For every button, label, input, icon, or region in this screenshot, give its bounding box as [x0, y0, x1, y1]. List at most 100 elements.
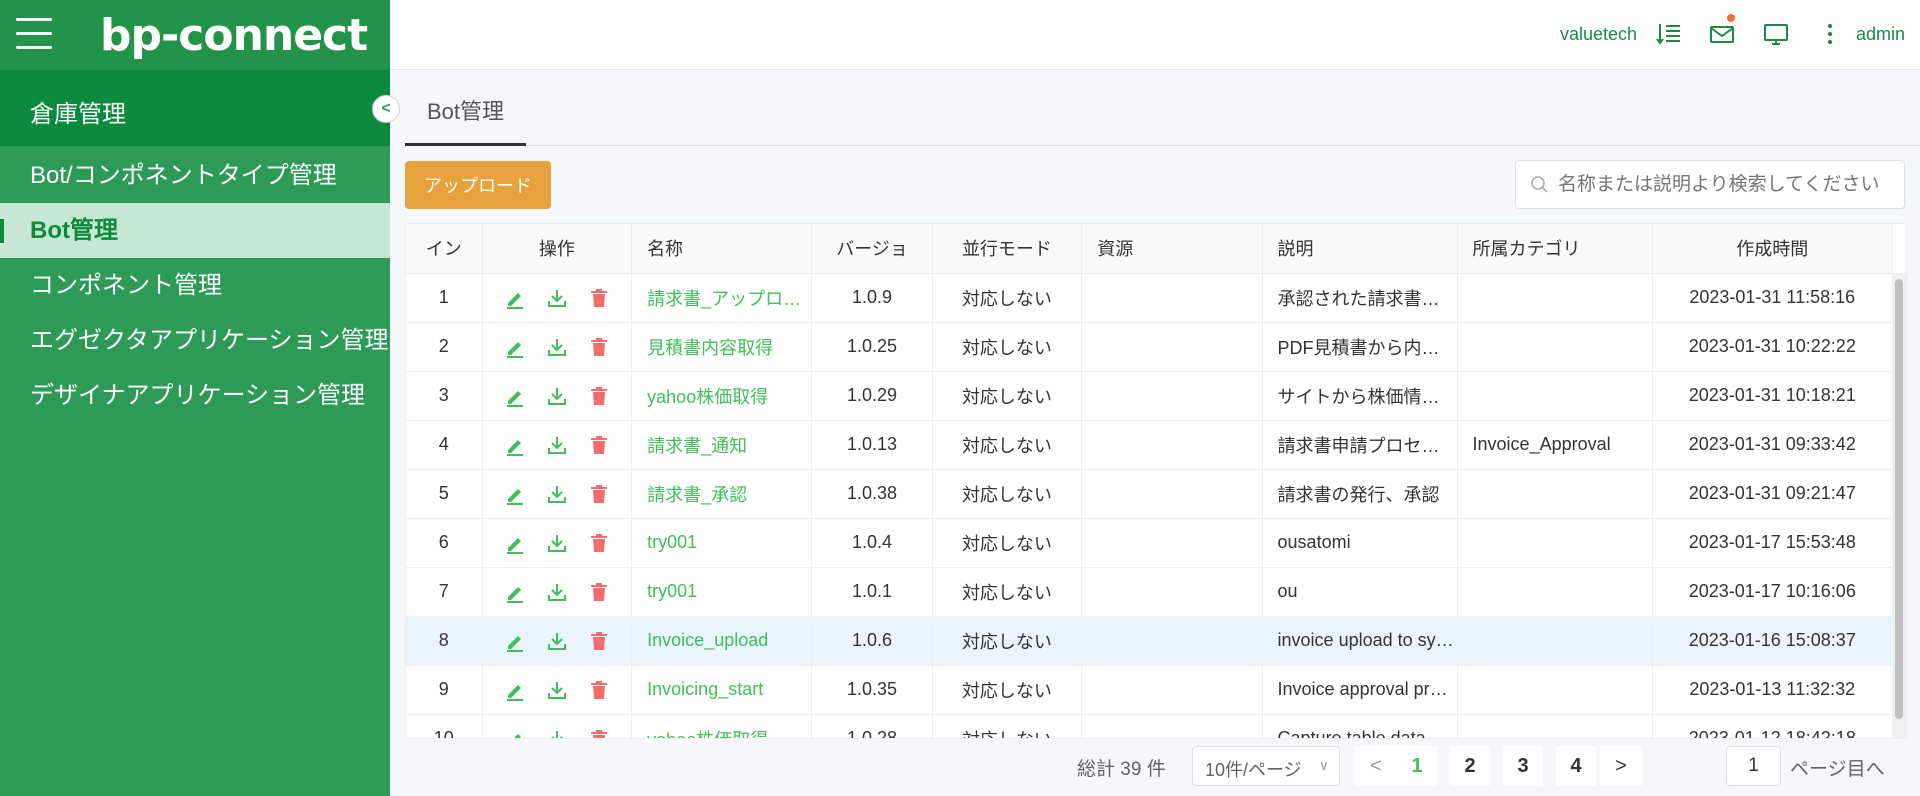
table-row[interactable]: 1 請求書_アップロード1.0.9対応しない 承認された請求書をアップロード 2023… [406, 273, 1894, 323]
edit-icon[interactable] [504, 287, 526, 309]
sidebar-section-title: 倉庫管理 [30, 101, 126, 128]
delete-icon[interactable] [588, 532, 610, 554]
column-header-resource: 資源 [1081, 224, 1263, 274]
column-header-parallel-mode: 並行モード [932, 224, 1083, 274]
list-order-icon[interactable] [1655, 20, 1683, 48]
delete-icon[interactable] [588, 483, 610, 505]
download-icon[interactable] [546, 434, 568, 456]
sidebar: bp-connect 倉庫管理 Bot/コンポネントタイプ管理 Bot管理 コン… [0, 0, 390, 796]
download-icon[interactable] [546, 679, 568, 701]
table-row[interactable]: 2 見積書内容取得1.0.25対応しない PDF見積書から内容を取得 2023-01-… [406, 322, 1894, 372]
download-icon[interactable] [546, 483, 568, 505]
row-index: 4 [406, 420, 483, 470]
table-row[interactable]: 10 yahoo株価取得1.0.28対応しない Capture table data… [406, 714, 1894, 738]
edit-icon[interactable] [504, 630, 526, 652]
download-icon[interactable] [546, 287, 568, 309]
row-name-link[interactable]: yahoo株価取得 [631, 371, 813, 421]
row-resource [1081, 273, 1263, 323]
edit-icon[interactable] [504, 385, 526, 407]
edit-icon[interactable] [504, 532, 526, 554]
table-row[interactable]: 7 try001 1.0.1 対応しない ou 2023-01-17 10:16:06 [406, 567, 1894, 617]
table-row[interactable]: 9 Invoicing_start 1.0.35 対応しない Invoice appro… [406, 665, 1894, 715]
search-box[interactable] [1515, 160, 1905, 209]
download-icon[interactable] [546, 728, 568, 738]
column-header-created-time[interactable]: 作成時間 [1652, 224, 1894, 274]
download-icon[interactable] [546, 581, 568, 603]
row-name-link[interactable]: Invoice_upload [631, 616, 813, 666]
sidebar-item-designer-app-management[interactable]: デザイナアプリケーション管理 [0, 368, 390, 423]
row-name-link[interactable]: 見積書内容取得 [631, 322, 813, 372]
bot-table: イン 操作 名称 バージョ 並行モード 資源 説明 所属カテゴリ 作成時間 1 請… [405, 223, 1907, 739]
delete-icon[interactable] [588, 385, 610, 407]
row-version: 1.0.38 [811, 469, 933, 519]
row-parallel-mode: 対応しない [932, 322, 1083, 372]
row-category [1457, 469, 1653, 519]
row-name-link[interactable]: try001 [631, 518, 813, 568]
row-category [1457, 616, 1653, 666]
download-icon[interactable] [546, 630, 568, 652]
upload-button[interactable]: アップロード [405, 161, 551, 209]
next-page-icon[interactable]: > [1600, 746, 1642, 786]
tenant-name[interactable]: valuetech [1560, 24, 1637, 45]
page-2-button[interactable]: 2 [1450, 746, 1490, 786]
table-row[interactable]: 4 請求書_通知1.0.13対応しない 請求書申請プロセスの通知Invoice_Ap… [406, 420, 1894, 470]
delete-icon[interactable] [588, 581, 610, 603]
column-header-name[interactable]: 名称 [631, 224, 813, 274]
row-name-link[interactable]: 請求書_承認 [631, 469, 813, 519]
column-header-version[interactable]: バージョ [811, 224, 933, 274]
page-4-button[interactable]: 4 [1556, 746, 1596, 786]
edit-icon[interactable] [504, 679, 526, 701]
table-row[interactable]: 5 請求書_承認 1.0.38 対応しない 請求書の発行、承認 2023-01-31 09… [406, 469, 1894, 519]
collapse-sidebar-icon[interactable]: < [372, 95, 400, 123]
monitor-icon[interactable] [1762, 20, 1790, 48]
row-name-link[interactable]: try001 [631, 567, 813, 617]
sidebar-item-component-management[interactable]: コンポネント管理 [0, 258, 390, 313]
delete-icon[interactable] [588, 287, 610, 309]
download-icon[interactable] [546, 336, 568, 358]
delete-icon[interactable] [588, 434, 610, 456]
chevron-down-icon: ∨ [1318, 757, 1329, 773]
user-name[interactable]: admin [1856, 24, 1905, 45]
hamburger-menu-icon[interactable] [16, 16, 52, 52]
delete-icon[interactable] [588, 336, 610, 358]
row-name-link[interactable]: 請求書_通知 [631, 420, 813, 470]
table-row[interactable]: 8 Invoice_upload 1.0.6 対応しない invoice upload … [406, 616, 1894, 666]
sidebar-item-bot-management[interactable]: Bot管理 [0, 203, 390, 258]
row-resource [1081, 714, 1263, 738]
page-size-select[interactable]: 10件/ページ ∨ [1192, 746, 1340, 786]
edit-icon[interactable] [504, 336, 526, 358]
row-name-link[interactable]: 請求書_アップロード [631, 273, 813, 323]
row-name-link[interactable]: Invoicing_start [631, 665, 813, 715]
row-actions [482, 420, 633, 470]
edit-icon[interactable] [504, 434, 526, 456]
sidebar-item-type-management[interactable]: Bot/コンポネントタイプ管理 [0, 148, 390, 203]
delete-icon[interactable] [588, 728, 610, 738]
row-actions [482, 273, 633, 323]
search-input[interactable] [1558, 173, 1888, 197]
scrollbar-thumb[interactable] [1895, 279, 1903, 719]
mail-icon[interactable] [1708, 20, 1736, 48]
more-vertical-icon[interactable] [1816, 20, 1844, 48]
row-created-time: 2023-01-31 09:21:47 [1652, 469, 1894, 519]
delete-icon[interactable] [588, 679, 610, 701]
page-3-button[interactable]: 3 [1503, 746, 1543, 786]
row-description: invoice upload to system [1262, 616, 1458, 666]
row-name-link[interactable]: yahoo株価取得 [631, 714, 813, 738]
goto-page-label: ページ目へ [1790, 759, 1885, 780]
row-actions [482, 665, 633, 715]
row-version: 1.0.4 [811, 518, 933, 568]
row-parallel-mode: 対応しない [932, 567, 1083, 617]
edit-icon[interactable] [504, 483, 526, 505]
edit-icon[interactable] [504, 581, 526, 603]
sidebar-item-executor-app-management[interactable]: エグゼクタアプリケーション管理 [0, 313, 390, 368]
prev-page-icon[interactable]: < [1355, 746, 1397, 786]
goto-page-input[interactable] [1726, 746, 1781, 786]
download-icon[interactable] [546, 532, 568, 554]
edit-icon[interactable] [504, 728, 526, 738]
table-row[interactable]: 6 try001 1.0.4 対応しない ousatomi 2023-01-17 15:5… [406, 518, 1894, 568]
delete-icon[interactable] [588, 630, 610, 652]
tab-bot-management[interactable]: Bot管理 [405, 70, 527, 146]
download-icon[interactable] [546, 385, 568, 407]
table-row[interactable]: 3 yahoo株価取得1.0.29対応しない サイトから株価情報を取得 2023-01… [406, 371, 1894, 421]
page-1-button[interactable]: 1 [1397, 746, 1437, 786]
